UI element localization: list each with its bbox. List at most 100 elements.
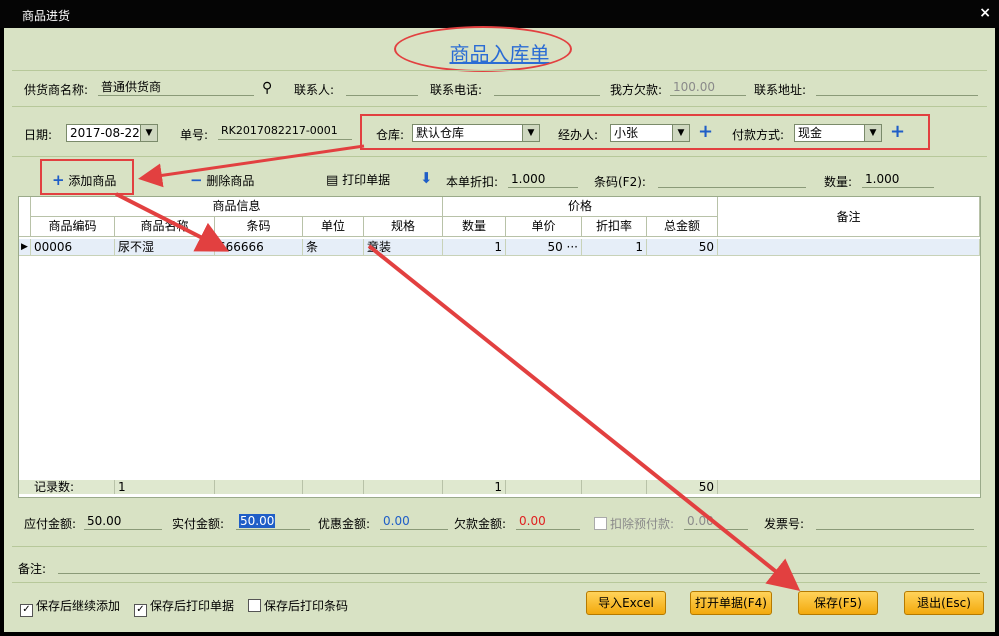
product-grid[interactable]: 商品信息 价格 备注 商品编码 商品名称 条码 单位 规格 数量 单价 折扣率 … [18, 196, 981, 498]
qty-label: 数量: [824, 175, 853, 189]
grid-col-price[interactable]: 单价 [506, 217, 582, 237]
import-excel-button[interactable]: 导入Excel [586, 591, 666, 615]
grid-col-remark[interactable]: 备注 [718, 197, 980, 237]
open-doc-button[interactable]: 打开单据(F4) [690, 591, 772, 615]
order-no-field: RK2017082217-0001 [218, 122, 352, 140]
divider [12, 582, 987, 583]
record-count-label: 记录数: [31, 480, 115, 494]
paid-value: 50.00 [239, 514, 276, 528]
add-payment-icon[interactable]: + [890, 123, 905, 141]
footer-total: 50 [647, 480, 718, 494]
discount-field[interactable]: 1.000 [508, 170, 578, 188]
close-icon[interactable]: × [979, 5, 991, 21]
exit-button[interactable]: 退出(Esc) [904, 591, 984, 615]
paid-field[interactable]: 50.00 [236, 512, 310, 530]
binoculars-icon[interactable]: ⚲ [262, 80, 272, 96]
paid-label: 实付金额: [172, 517, 225, 531]
prepay-checkbox[interactable]: 扣除预付款: [594, 515, 674, 532]
purchase-window: 商品进货 × 商品入库单 供货商名称: 普通供货商 ⚲ 联系人: 联系电话: 我… [0, 0, 999, 636]
add-product-button[interactable]: + 添加商品 [52, 171, 116, 189]
barcode-label: 条码(F2): [594, 175, 646, 189]
prepay-label: 扣除预付款: [610, 517, 675, 531]
minus-icon: − [190, 171, 203, 189]
date-value: 2017-08-22 [70, 126, 140, 140]
contact-label: 联系人: [294, 83, 335, 97]
record-count-value: 1 [115, 480, 215, 494]
supplier-label: 供货商名称: [24, 83, 89, 97]
cell-qty[interactable]: 1 [443, 239, 506, 255]
debt-field: 100.00 [670, 78, 746, 96]
date-label: 日期: [24, 128, 53, 142]
due-label: 应付金额: [24, 517, 77, 531]
annotation-ellipse [394, 26, 572, 72]
divider [12, 70, 987, 71]
print-doc-label: 保存后打印单据 [150, 599, 235, 613]
owed-label: 欠款金额: [454, 517, 507, 531]
chevron-down-icon[interactable]: ▼ [140, 125, 157, 141]
print-button[interactable]: ▤ 打印单据 [326, 171, 390, 188]
checkbox-icon [248, 599, 261, 612]
handler-label: 经办人: [558, 128, 599, 142]
payment-select[interactable]: 现金 ▼ [794, 124, 882, 142]
continue-add-checkbox[interactable]: ✓ 保存后继续添加 [20, 597, 120, 617]
grid-col-rate[interactable]: 折扣率 [582, 217, 647, 237]
cell-rate[interactable]: 1 [582, 239, 647, 255]
continue-add-label: 保存后继续添加 [36, 599, 121, 613]
chevron-down-icon[interactable]: ▼ [522, 125, 539, 141]
add-product-label: 添加商品 [68, 174, 117, 188]
title-bar: 商品进货 × [0, 0, 999, 28]
supplier-field[interactable]: 普通供货商 [98, 78, 254, 96]
grid-col-name[interactable]: 商品名称 [115, 217, 215, 237]
form-client: 商品入库单 供货商名称: 普通供货商 ⚲ 联系人: 联系电话: 我方欠款: 10… [4, 26, 995, 632]
cell-total[interactable]: 50 [647, 239, 718, 255]
cell-unit[interactable]: 条 [303, 239, 364, 255]
qty-field[interactable]: 1.000 [862, 170, 934, 188]
chevron-down-icon[interactable]: ▼ [864, 125, 881, 141]
contact-field[interactable] [346, 78, 418, 96]
footer-cell [506, 480, 582, 494]
owed-field: 0.00 [516, 512, 580, 530]
grid-col-qty[interactable]: 数量 [443, 217, 506, 237]
remark-field[interactable] [58, 556, 980, 574]
delete-product-button[interactable]: − 删除商品 [190, 171, 254, 189]
ellipsis-icon[interactable]: ··· [567, 240, 578, 254]
table-row[interactable]: ▶ 00006 尿不湿 666666 条 童装 1 50 ··· 1 50 [19, 239, 980, 256]
grid-col-barcode[interactable]: 条码 [215, 217, 303, 237]
cell-barcode[interactable]: 666666 [215, 239, 303, 255]
grid-col-spec[interactable]: 规格 [364, 217, 443, 237]
printer-icon: ▤ [326, 173, 339, 188]
grid-corner [19, 197, 31, 237]
add-handler-icon[interactable]: + [698, 123, 713, 141]
plus-icon: + [52, 171, 65, 189]
print-doc-checkbox[interactable]: ✓ 保存后打印单据 [134, 597, 234, 617]
cell-code[interactable]: 00006 [31, 239, 115, 255]
arrow-down-icon[interactable]: ⬇ [420, 169, 433, 187]
cell-remark[interactable] [718, 239, 980, 255]
invoice-label: 发票号: [764, 517, 805, 531]
address-field[interactable] [816, 78, 978, 96]
invoice-field[interactable] [816, 512, 974, 530]
date-picker[interactable]: 2017-08-22 ▼ [66, 124, 158, 142]
checkbox-icon [594, 517, 607, 530]
handler-select[interactable]: 小张 ▼ [610, 124, 690, 142]
cell-price[interactable]: 50 ··· [506, 239, 582, 255]
chevron-down-icon[interactable]: ▼ [672, 125, 689, 141]
delete-product-label: 删除商品 [206, 174, 255, 188]
grid-col-code[interactable]: 商品编码 [31, 217, 115, 237]
save-button[interactable]: 保存(F5) [798, 591, 878, 615]
warehouse-select[interactable]: 默认仓库 ▼ [412, 124, 540, 142]
print-barcode-checkbox[interactable]: 保存后打印条码 [248, 597, 348, 614]
print-barcode-label: 保存后打印条码 [264, 599, 349, 613]
cell-name[interactable]: 尿不湿 [115, 239, 215, 255]
cell-spec[interactable]: 童装 [364, 239, 443, 255]
due-field: 50.00 [84, 512, 162, 530]
barcode-input[interactable] [658, 170, 806, 188]
grid-col-total[interactable]: 总金额 [647, 217, 718, 237]
remark-label: 备注: [18, 562, 47, 576]
discount-amount-field: 0.00 [380, 512, 448, 530]
footer-cell [364, 480, 443, 494]
phone-field[interactable] [494, 78, 600, 96]
footer-cell [215, 480, 303, 494]
window-title: 商品进货 [22, 9, 71, 23]
grid-col-unit[interactable]: 单位 [303, 217, 364, 237]
